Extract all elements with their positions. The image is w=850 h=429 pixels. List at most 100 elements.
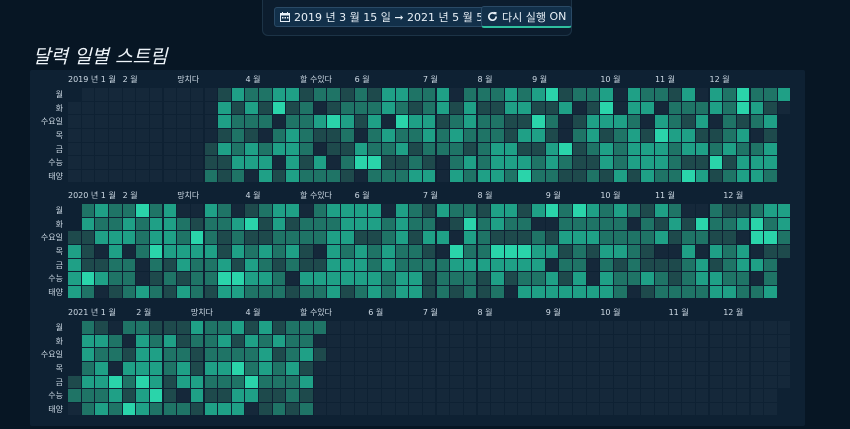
day-cell[interactable] xyxy=(421,114,437,129)
day-cell[interactable] xyxy=(189,203,205,218)
day-cell[interactable] xyxy=(599,216,614,232)
day-cell[interactable] xyxy=(80,155,96,170)
day-cell[interactable] xyxy=(80,388,96,403)
day-cell[interactable] xyxy=(681,100,696,116)
day-cell[interactable] xyxy=(749,114,765,129)
day-cell[interactable] xyxy=(776,230,792,245)
day-cell[interactable] xyxy=(531,155,546,170)
day-cell[interactable] xyxy=(189,155,205,170)
day-cell[interactable] xyxy=(148,155,164,170)
day-cell[interactable] xyxy=(80,284,96,300)
day-cell[interactable] xyxy=(326,141,341,157)
day-cell[interactable] xyxy=(572,257,587,273)
day-cell[interactable] xyxy=(462,230,478,245)
day-cell[interactable] xyxy=(735,114,751,129)
day-cell[interactable] xyxy=(749,87,765,102)
day-cell[interactable] xyxy=(613,401,628,417)
day-cell[interactable] xyxy=(558,127,573,143)
day-cell[interactable] xyxy=(367,257,382,273)
day-cell[interactable] xyxy=(749,271,765,286)
day-cell[interactable] xyxy=(340,203,355,218)
day-cell[interactable] xyxy=(558,243,573,259)
day-cell[interactable] xyxy=(94,87,109,102)
day-cell[interactable] xyxy=(367,203,382,218)
day-cell[interactable] xyxy=(544,230,560,245)
day-cell[interactable] xyxy=(217,230,232,245)
day-cell[interactable] xyxy=(572,168,587,184)
day-cell[interactable] xyxy=(449,100,464,116)
day-cell[interactable] xyxy=(749,347,765,362)
day-cell[interactable] xyxy=(285,333,300,349)
day-cell[interactable] xyxy=(599,203,614,218)
day-cell[interactable] xyxy=(353,320,369,335)
day-cell[interactable] xyxy=(107,347,123,362)
day-cell[interactable] xyxy=(203,347,219,362)
day-cell[interactable] xyxy=(94,320,109,335)
day-cell[interactable] xyxy=(203,388,219,403)
day-cell[interactable] xyxy=(312,243,328,259)
day-cell[interactable] xyxy=(558,168,573,184)
day-cell[interactable] xyxy=(503,100,519,116)
day-cell[interactable] xyxy=(340,87,355,102)
day-cell[interactable] xyxy=(107,155,123,170)
day-cell[interactable] xyxy=(230,114,246,129)
day-cell[interactable] xyxy=(94,100,109,116)
day-cell[interactable] xyxy=(299,141,314,157)
day-cell[interactable] xyxy=(299,401,314,417)
day-cell[interactable] xyxy=(380,114,396,129)
day-cell[interactable] xyxy=(735,320,751,335)
day-cell[interactable] xyxy=(326,203,341,218)
day-cell[interactable] xyxy=(421,216,437,232)
day-cell[interactable] xyxy=(353,360,369,376)
day-cell[interactable] xyxy=(735,347,751,362)
day-cell[interactable] xyxy=(107,243,123,259)
day-cell[interactable] xyxy=(135,320,150,335)
day-cell[interactable] xyxy=(353,401,369,417)
day-cell[interactable] xyxy=(585,401,601,417)
day-cell[interactable] xyxy=(367,271,382,286)
day-cell[interactable] xyxy=(244,155,259,170)
day-cell[interactable] xyxy=(94,333,109,349)
day-cell[interactable] xyxy=(326,100,341,116)
day-cell[interactable] xyxy=(517,87,532,102)
day-cell[interactable] xyxy=(449,168,464,184)
day-cell[interactable] xyxy=(230,360,246,376)
day-cell[interactable] xyxy=(503,374,519,390)
day-cell[interactable] xyxy=(735,141,751,157)
day-cell[interactable] xyxy=(517,168,532,184)
day-cell[interactable] xyxy=(708,100,724,116)
day-cell[interactable] xyxy=(531,127,546,143)
day-cell[interactable] xyxy=(640,374,655,390)
day-cell[interactable] xyxy=(776,243,792,259)
day-cell[interactable] xyxy=(217,168,232,184)
day-cell[interactable] xyxy=(667,271,683,286)
day-cell[interactable] xyxy=(271,257,287,273)
day-cell[interactable] xyxy=(462,284,478,300)
day-cell[interactable] xyxy=(517,388,532,403)
day-cell[interactable] xyxy=(107,333,123,349)
day-cell[interactable] xyxy=(503,401,519,417)
day-cell[interactable] xyxy=(258,87,273,102)
day-cell[interactable] xyxy=(613,168,628,184)
day-cell[interactable] xyxy=(776,320,792,335)
day-cell[interactable] xyxy=(380,230,396,245)
day-cell[interactable] xyxy=(476,141,492,157)
day-cell[interactable] xyxy=(258,333,273,349)
day-cell[interactable] xyxy=(367,114,382,129)
day-cell[interactable] xyxy=(80,168,96,184)
day-cell[interactable] xyxy=(476,347,492,362)
day-cell[interactable] xyxy=(462,333,478,349)
day-cell[interactable] xyxy=(626,243,642,259)
day-cell[interactable] xyxy=(408,388,423,403)
day-cell[interactable] xyxy=(367,230,382,245)
day-cell[interactable] xyxy=(599,401,614,417)
day-cell[interactable] xyxy=(271,230,287,245)
day-cell[interactable] xyxy=(230,127,246,143)
day-cell[interactable] xyxy=(80,347,96,362)
day-cell[interactable] xyxy=(80,401,96,417)
day-cell[interactable] xyxy=(94,127,109,143)
day-cell[interactable] xyxy=(121,374,137,390)
day-cell[interactable] xyxy=(776,347,792,362)
day-cell[interactable] xyxy=(299,114,314,129)
day-cell[interactable] xyxy=(244,347,259,362)
